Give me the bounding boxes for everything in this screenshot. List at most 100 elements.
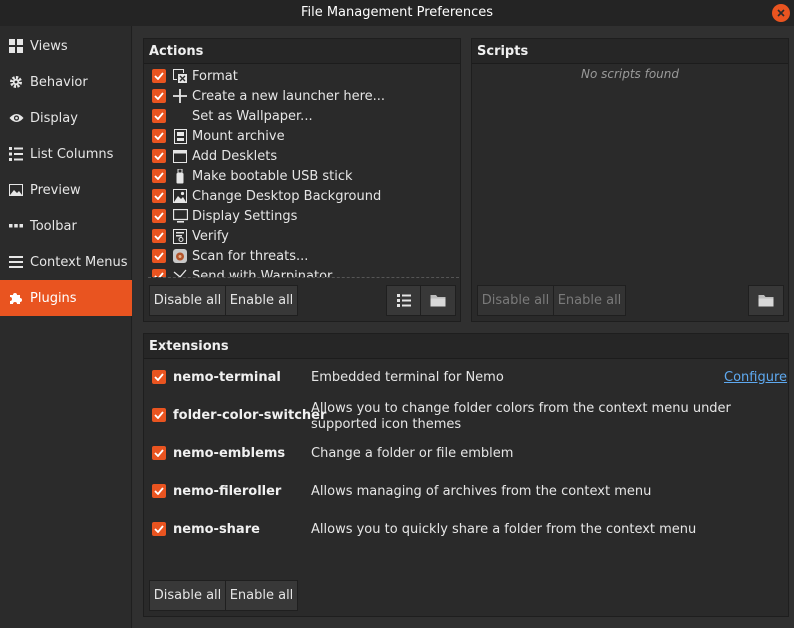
list-item[interactable]: Make bootable USB stick [148, 166, 353, 186]
extension-description: Allows you to change folder colors from … [311, 401, 731, 432]
close-button[interactable] [772, 4, 790, 22]
sidebar-item-context-menus[interactable]: Context Menus [0, 244, 132, 280]
extension-name: nemo-terminal [173, 370, 281, 385]
no-scripts-message: No scripts found [580, 67, 680, 81]
actions-list-view-button[interactable] [386, 285, 421, 316]
extension-description: Embedded terminal for Nemo [311, 370, 504, 385]
scripts-enable-all-button[interactable]: Enable all [553, 285, 626, 316]
extension-name: nemo-fileroller [173, 484, 282, 499]
main-content: Actions Format Create a new launcher her… [133, 26, 794, 628]
list-item[interactable]: Scan for threats... [148, 246, 308, 266]
list-icon [396, 294, 411, 307]
sidebar-item-label: List Columns [30, 146, 114, 162]
desklet-icon [172, 148, 188, 164]
checkbox[interactable] [152, 408, 166, 422]
monitor-icon [172, 208, 188, 224]
sidebar-item-display[interactable]: Display [0, 100, 132, 136]
checkbox[interactable] [152, 169, 166, 183]
sidebar-item-views[interactable]: Views [0, 28, 132, 64]
checkbox[interactable] [152, 229, 166, 243]
puzzle-icon [8, 290, 24, 306]
plus-icon [172, 88, 188, 104]
wallpaper-icon [172, 188, 188, 204]
extensions-disable-all-button[interactable]: Disable all [149, 580, 226, 611]
checkbox[interactable] [152, 446, 166, 460]
action-label: Format [192, 68, 238, 84]
extension-description: Allows managing of archives from the con… [311, 484, 652, 499]
scripts-header: Scripts [472, 39, 788, 64]
list-item[interactable]: Add Desklets [148, 146, 277, 166]
folder-icon [758, 295, 774, 307]
window-title: File Management Preferences [300, 5, 494, 20]
menu-icon [8, 254, 24, 270]
list-item[interactable]: Set as Wallpaper... [148, 106, 313, 126]
checkbox[interactable] [152, 89, 166, 103]
close-icon [777, 9, 785, 17]
scripts-disable-all-button[interactable]: Disable all [477, 285, 554, 316]
checkbox[interactable] [152, 209, 166, 223]
extension-description: Change a folder or file emblem [311, 446, 514, 461]
sidebar-item-plugins[interactable]: Plugins [0, 280, 132, 316]
action-label: Add Desklets [192, 148, 278, 164]
list-item[interactable]: Verify [148, 226, 229, 246]
action-label: Mount archive [192, 128, 285, 144]
sidebar-item-list-columns[interactable]: List Columns [0, 136, 132, 172]
extension-row[interactable]: nemo-emblems Change a folder or file emb… [148, 446, 784, 466]
folder-icon [430, 295, 446, 307]
checkbox[interactable] [152, 249, 166, 263]
sidebar-item-label: Display [30, 110, 78, 126]
actions-enable-all-button[interactable]: Enable all [225, 285, 298, 316]
configure-link[interactable]: Configure [724, 370, 787, 385]
checkbox[interactable] [152, 149, 166, 163]
extension-row[interactable]: nemo-fileroller Allows managing of archi… [148, 484, 784, 504]
list-item[interactable]: Change Desktop Background [148, 186, 381, 206]
list-item[interactable]: Mount archive [148, 126, 285, 146]
checkbox[interactable] [152, 522, 166, 536]
sidebar-item-preview[interactable]: Preview [0, 172, 132, 208]
extension-row[interactable]: nemo-terminal Embedded terminal for Nemo… [148, 370, 787, 390]
extension-name: nemo-emblems [173, 446, 286, 461]
image-icon [8, 182, 24, 198]
sidebar-item-toolbar[interactable]: Toolbar [0, 208, 132, 244]
eye-icon [8, 110, 24, 126]
actions-open-folder-button[interactable] [420, 285, 456, 316]
checkbox[interactable] [152, 484, 166, 498]
actions-list[interactable]: Format Create a new launcher here... Set… [148, 66, 459, 278]
checkbox[interactable] [152, 189, 166, 203]
actions-panel: Actions Format Create a new launcher her… [143, 38, 461, 322]
checkbox[interactable] [152, 129, 166, 143]
title-bar: File Management Preferences [0, 0, 794, 26]
extension-description: Allows you to quickly share a folder fro… [311, 522, 697, 537]
grid-icon [8, 38, 24, 54]
list-item[interactable]: Display Settings [148, 206, 297, 226]
action-label: Make bootable USB stick [192, 168, 353, 184]
action-label: Set as Wallpaper... [192, 108, 313, 124]
list-item[interactable]: Create a new launcher here... [148, 86, 385, 106]
extension-row[interactable]: folder-color-switcher Allows you to chan… [148, 401, 784, 442]
verify-icon [172, 228, 188, 244]
list-item[interactable]: Send with Warpinator [148, 266, 333, 278]
action-label: Verify [192, 228, 229, 244]
action-label: Send with Warpinator [192, 268, 333, 278]
checkbox[interactable] [152, 109, 166, 123]
sidebar-item-label: Toolbar [30, 218, 77, 234]
extensions-enable-all-button[interactable]: Enable all [225, 580, 298, 611]
extension-row[interactable]: nemo-share Allows you to quickly share a… [148, 522, 784, 542]
actions-disable-all-button[interactable]: Disable all [149, 285, 226, 316]
actions-header: Actions [144, 39, 460, 64]
checkbox[interactable] [152, 269, 166, 277]
checkbox[interactable] [152, 69, 166, 83]
list-item[interactable]: Format [148, 66, 238, 86]
sidebar-item-behavior[interactable]: Behavior [0, 64, 132, 100]
action-label: Create a new launcher here... [192, 88, 386, 104]
sidebar-item-label: Views [30, 38, 68, 54]
usb-icon [172, 168, 188, 184]
scripts-open-folder-button[interactable] [748, 285, 784, 316]
scripts-panel: Scripts No scripts found Disable all Ena… [471, 38, 789, 322]
sidebar-item-label: Plugins [30, 290, 77, 306]
action-label: Change Desktop Background [192, 188, 382, 204]
extensions-header: Extensions [144, 334, 788, 359]
gear-icon [8, 74, 24, 90]
sidebar-item-label: Context Menus [30, 254, 128, 270]
checkbox[interactable] [152, 370, 166, 384]
